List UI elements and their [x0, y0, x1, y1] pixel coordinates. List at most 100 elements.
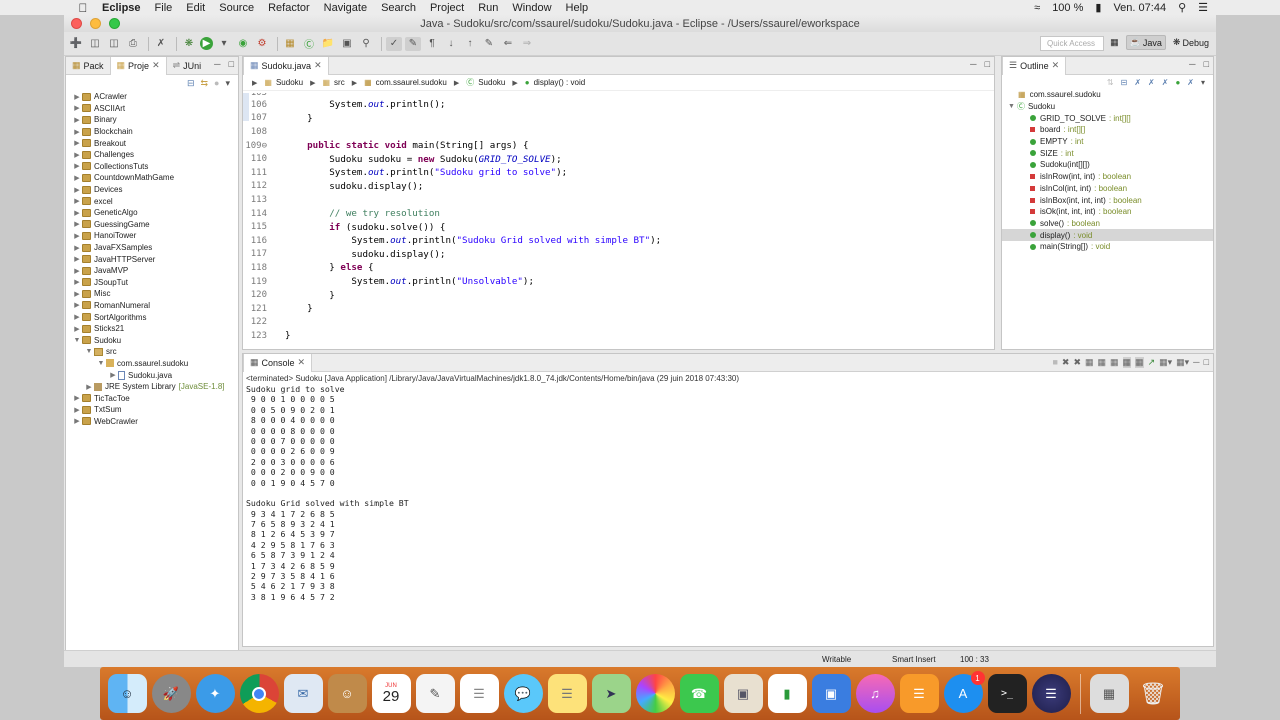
- project-item[interactable]: ▶ CountdownMathGame: [66, 172, 238, 184]
- code-editor[interactable]: 105 106 System.out.println(); 107 } 108 …: [243, 93, 994, 349]
- tab-console[interactable]: ▦ Console ✕: [243, 353, 313, 372]
- breadcrumb-src[interactable]: src: [334, 78, 345, 87]
- close-icon[interactable]: ✕: [314, 60, 322, 71]
- focus-icon[interactable]: ●: [214, 78, 219, 88]
- project-item[interactable]: ▼ Sudoku: [66, 334, 238, 346]
- photos-icon[interactable]: [635, 674, 675, 713]
- open-console-icon[interactable]: ▦▾: [1176, 357, 1189, 368]
- outline-member[interactable]: Sudoku(int[][]): [1002, 159, 1213, 171]
- breadcrumb-class[interactable]: Sudoku: [478, 78, 505, 87]
- project-item[interactable]: ▶ JavaFXSamples: [66, 242, 238, 254]
- minimize-pane-icon[interactable]: ─: [970, 59, 976, 69]
- messages-icon[interactable]: 💬: [503, 674, 543, 713]
- tab-junit[interactable]: ⇌ JUni: [167, 57, 208, 75]
- outline-member[interactable]: board: int[][]: [1002, 124, 1213, 136]
- outline-member[interactable]: main(String[]): void: [1002, 241, 1213, 253]
- project-item[interactable]: ▶ TxtSum: [66, 404, 238, 416]
- link-with-editor-icon[interactable]: ⇆: [200, 78, 208, 89]
- run-dropdown-icon[interactable]: ▾: [216, 37, 232, 51]
- outline-package[interactable]: ▦ com.ssaurel.sudoku: [1002, 89, 1213, 101]
- chevron-right-icon[interactable]: ▶: [72, 162, 82, 170]
- debug-icon[interactable]: ❋: [181, 37, 197, 51]
- menu-project[interactable]: Project: [430, 2, 464, 14]
- view-menu-icon[interactable]: ▾: [225, 78, 230, 89]
- eclipse-icon[interactable]: ☰: [1031, 674, 1071, 713]
- status-insert-mode[interactable]: Smart Insert: [892, 655, 936, 664]
- app-menu-eclipse[interactable]: Eclipse: [102, 2, 141, 14]
- chevron-right-icon[interactable]: ▶: [72, 406, 82, 414]
- hide-local-types-icon[interactable]: ●: [1175, 78, 1180, 87]
- chevron-right-icon[interactable]: ▶: [108, 371, 118, 379]
- project-item[interactable]: ▶ TicTacToe: [66, 392, 238, 404]
- battery-icon[interactable]: ▮: [1095, 1, 1101, 14]
- breadcrumb-method[interactable]: display() : void: [534, 78, 586, 87]
- word-wrap-icon[interactable]: ▦: [1110, 357, 1119, 368]
- chevron-right-icon[interactable]: ▶: [72, 209, 82, 217]
- previous-annotation-icon[interactable]: ↑: [462, 37, 478, 51]
- maximize-pane-icon[interactable]: □: [1204, 59, 1209, 69]
- forward-icon[interactable]: ⇒: [519, 37, 535, 51]
- breadcrumb-project[interactable]: Sudoku: [276, 78, 303, 87]
- outline-member[interactable]: solve(): boolean: [1002, 218, 1213, 230]
- new-java-class-icon[interactable]: Ⓒ: [301, 37, 317, 51]
- notes-icon[interactable]: ☰: [547, 674, 587, 713]
- project-item[interactable]: ▶ Devices: [66, 184, 238, 196]
- terminal-icon[interactable]: >_: [987, 674, 1027, 713]
- reminders-icon[interactable]: ☰: [459, 674, 499, 713]
- remove-launch-icon[interactable]: ✖: [1062, 357, 1070, 368]
- link-with-editor-icon[interactable]: ✗: [1187, 78, 1194, 87]
- project-item[interactable]: ▶ HanoiTower: [66, 230, 238, 242]
- next-annotation-icon[interactable]: ↓: [443, 37, 459, 51]
- remove-all-terminated-icon[interactable]: ✖: [1073, 357, 1081, 368]
- toggle-block-selection-icon[interactable]: ✎: [405, 36, 421, 51]
- chevron-right-icon[interactable]: ▶: [72, 394, 82, 402]
- open-task-icon[interactable]: ▣: [339, 37, 355, 51]
- skip-breakpoints-icon[interactable]: ✗: [153, 37, 169, 51]
- console-output[interactable]: Sudoku grid to solve 9 0 0 1 0 0 0 0 5 0…: [243, 384, 1213, 602]
- menu-file[interactable]: File: [155, 2, 173, 14]
- chevron-down-icon[interactable]: ▼: [96, 360, 106, 367]
- maps-icon[interactable]: ➤: [591, 674, 631, 713]
- coverage-icon[interactable]: ◉: [235, 37, 251, 51]
- project-item[interactable]: ▶ ASCIIArt: [66, 103, 238, 115]
- toggle-mark-occurrences-icon[interactable]: ✓: [386, 36, 402, 51]
- launchpad-icon[interactable]: 🚀: [151, 674, 191, 713]
- project-item[interactable]: ▶ JavaHTTPServer: [66, 253, 238, 265]
- chevron-right-icon[interactable]: ▶: [72, 197, 82, 205]
- tab-package-explorer[interactable]: ▦ Pack: [66, 57, 110, 75]
- facetime-icon[interactable]: ☎: [679, 674, 719, 713]
- calendar-icon[interactable]: JUN 29: [371, 674, 411, 713]
- maximize-pane-icon[interactable]: □: [1204, 357, 1209, 368]
- outline-member[interactable]: GRID_TO_SOLVE: int[][]: [1002, 112, 1213, 124]
- view-menu-icon[interactable]: ▾: [1201, 78, 1205, 87]
- chevron-right-icon[interactable]: ▶: [72, 232, 82, 240]
- open-type-icon[interactable]: 📁: [320, 37, 336, 51]
- chevron-right-icon[interactable]: ▶: [72, 93, 82, 101]
- downloads-stack-icon[interactable]: ▦: [1089, 674, 1129, 713]
- contacts-icon[interactable]: ☺: [327, 674, 367, 713]
- chevron-right-icon[interactable]: ▶: [72, 255, 82, 263]
- chevron-right-icon[interactable]: ▶: [72, 186, 82, 194]
- chevron-down-icon[interactable]: ▼: [84, 348, 94, 355]
- project-item[interactable]: ▶ excel: [66, 195, 238, 207]
- project-item[interactable]: ▶ SortAlgorithms: [66, 311, 238, 323]
- outline-member[interactable]: isInRow(int, int): boolean: [1002, 171, 1213, 183]
- menu-search[interactable]: Search: [381, 2, 416, 14]
- outline-member[interactable]: EMPTY: int: [1002, 136, 1213, 148]
- project-item[interactable]: ▶ CollectionsTuts: [66, 161, 238, 173]
- menu-source[interactable]: Source: [219, 2, 254, 14]
- chevron-right-icon[interactable]: ▶: [72, 220, 82, 228]
- chevron-down-icon[interactable]: ▼: [72, 337, 82, 344]
- chevron-right-icon[interactable]: ▶: [72, 278, 82, 286]
- debug-perspective-button[interactable]: ❋ Debug: [1170, 36, 1212, 49]
- chevron-right-icon[interactable]: ▶: [72, 174, 82, 182]
- zoom-window-button[interactable]: [109, 18, 120, 29]
- save-all-icon[interactable]: ◫: [106, 37, 122, 51]
- project-item[interactable]: ▶ ACrawler: [66, 91, 238, 103]
- menu-refactor[interactable]: Refactor: [268, 2, 310, 14]
- save-icon[interactable]: ◫: [87, 37, 103, 51]
- terminate-icon[interactable]: ■: [1052, 357, 1057, 368]
- chevron-right-icon[interactable]: ▶: [72, 313, 82, 321]
- chevron-right-icon[interactable]: ▶: [72, 301, 82, 309]
- itunes-icon[interactable]: ♫: [855, 674, 895, 713]
